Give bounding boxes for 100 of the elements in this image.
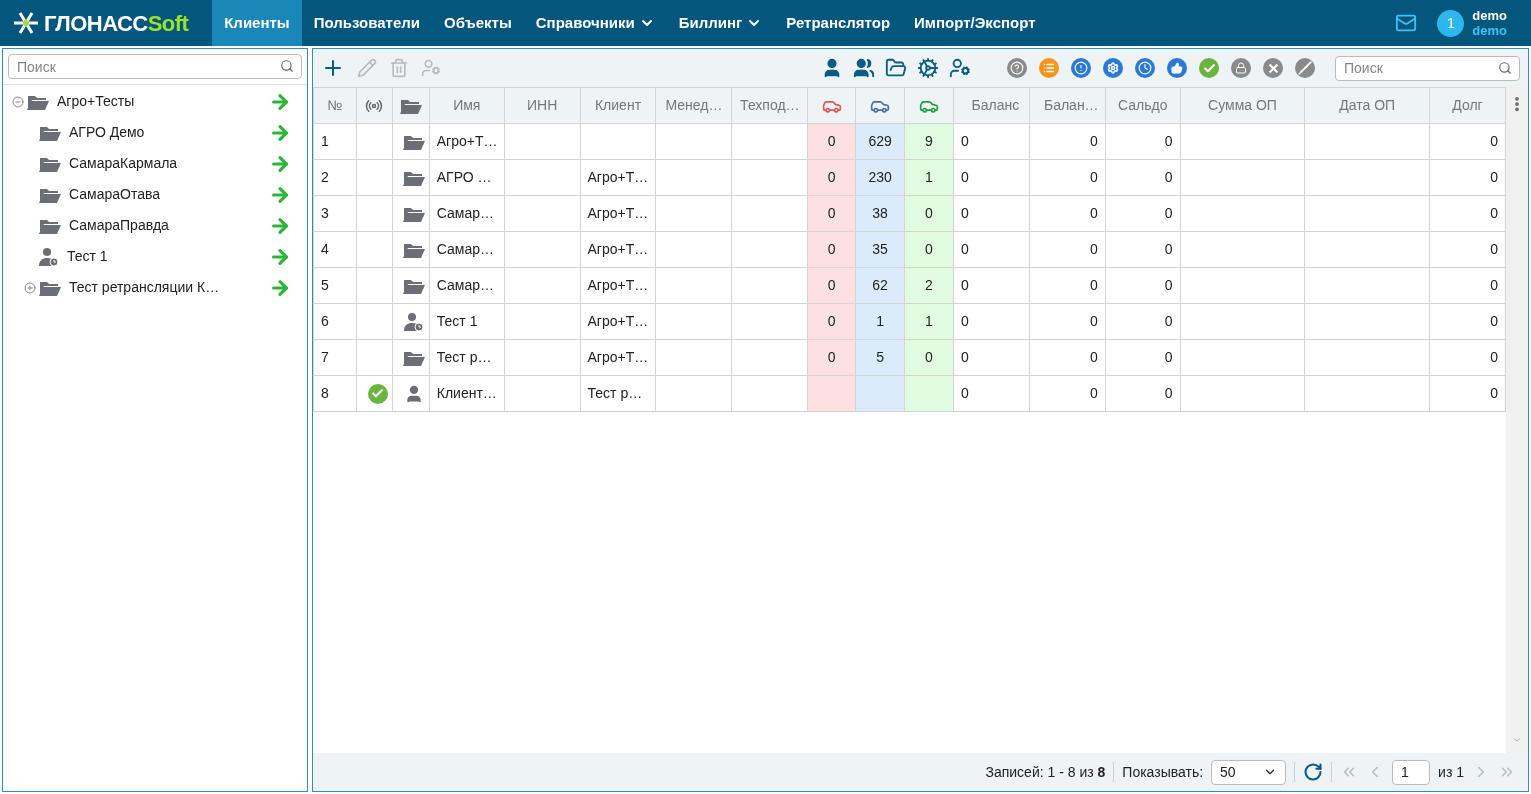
folder-icon [403, 133, 426, 150]
tree-item-label: АГРО Демо [69, 123, 145, 142]
table-cell: АГРО … [429, 159, 505, 196]
table-cell: 0 [1029, 375, 1106, 412]
column-header[interactable]: Долг [1429, 87, 1506, 124]
check-icon[interactable] [1199, 58, 1219, 78]
block-icon[interactable] [1295, 58, 1315, 78]
collapse-icon[interactable] [12, 95, 24, 108]
table-cell: 0 [1029, 159, 1106, 196]
tree-item-label: Агро+Тесты [57, 92, 135, 111]
tree-item-label: Тест ретрансляции К… [69, 278, 220, 297]
table-cell: 0 [1429, 303, 1506, 340]
search-field[interactable]: Поиск [1335, 55, 1520, 81]
table-cell: Клиент… [429, 375, 505, 412]
search-icon[interactable] [1498, 60, 1512, 75]
table-row[interactable]: 7 Тест р… Агро+Т… 0 5 0 0 0 0 0 [313, 339, 1506, 376]
column-header[interactable]: Имя [429, 87, 505, 124]
column-header[interactable] [904, 87, 954, 124]
column-header[interactable]: Клиент [580, 87, 656, 124]
table-cell: 0 [1105, 159, 1181, 196]
scroll-down-icon[interactable] [1512, 735, 1522, 745]
nav-tab[interactable]: Справочники [523, 0, 667, 46]
table-cell: Тест р… [429, 339, 505, 376]
list-icon[interactable] [1039, 58, 1059, 78]
table-cell: 0 [807, 123, 856, 160]
thumbs-up-icon[interactable] [1167, 58, 1187, 78]
user-settings-icon[interactable] [421, 58, 441, 78]
nav-tab[interactable]: Объекты [432, 0, 524, 46]
table-cell: 4 [313, 231, 357, 268]
table-row[interactable]: 5 Самар… Агро+Т… 0 62 2 0 0 0 0 [313, 267, 1506, 304]
tree-item[interactable]: Тест 1 [21, 241, 307, 272]
column-header[interactable]: Балан… [1029, 87, 1106, 124]
alert-icon[interactable] [1071, 58, 1091, 78]
column-header[interactable] [855, 87, 905, 124]
users-icon[interactable] [853, 57, 875, 79]
table-cell: 0 [953, 339, 1030, 376]
table-cell [356, 267, 393, 304]
refresh-icon[interactable] [1303, 762, 1324, 782]
folder-icon [27, 93, 49, 110]
nav-tab[interactable]: Ретранслятор [774, 0, 903, 46]
column-header[interactable]: Менед… [656, 87, 732, 124]
table-cell: 1 [904, 303, 954, 340]
table-cell: 0 [1029, 231, 1106, 268]
nav-tab[interactable]: Клиенты [212, 0, 302, 46]
tree-item[interactable]: СамараОтава [21, 179, 307, 210]
logo[interactable]: ГЛОНАССSoft [12, 0, 189, 46]
table-cell: Тест р… [580, 375, 656, 412]
column-header[interactable]: Сальдо [1105, 87, 1181, 124]
lock-icon[interactable] [1231, 58, 1251, 78]
table-cell: 0 [1105, 231, 1181, 268]
tree-item[interactable]: Агро+Тесты [9, 86, 307, 117]
table-row[interactable]: 4 Самар… Агро+Т… 0 35 0 0 0 0 0 [313, 231, 1506, 268]
column-header[interactable] [392, 87, 430, 124]
column-header[interactable]: Сумма ОП [1180, 87, 1305, 124]
nav-tab[interactable]: Пользователи [301, 0, 433, 46]
edit-icon[interactable] [357, 58, 377, 78]
table-cell: 5 [855, 339, 905, 376]
gears-icon[interactable] [917, 57, 939, 79]
search-field[interactable]: Поиск [8, 54, 302, 79]
clock-icon[interactable] [1135, 58, 1155, 78]
column-header[interactable]: № [313, 87, 357, 124]
page-size-select[interactable]: 50 [1211, 759, 1287, 785]
settings-icon[interactable] [1103, 58, 1123, 78]
column-header[interactable]: Дата ОП [1304, 87, 1430, 124]
table-cell: 38 [855, 195, 905, 232]
table-cell: Агро+Т… [580, 267, 656, 304]
tree-item[interactable]: Тест ретрансляции К… [21, 272, 307, 303]
table-row[interactable]: 1 Агро+Т… 0 629 9 0 0 0 0 [313, 123, 1506, 160]
table-row[interactable]: 2 АГРО … Агро+Т… 0 230 1 0 0 0 0 [313, 159, 1506, 196]
tree-item[interactable]: СамараКармала [21, 148, 307, 179]
close-icon[interactable] [1263, 58, 1283, 78]
delete-icon[interactable] [389, 58, 409, 78]
table-cell: Агро+Т… [429, 123, 505, 160]
table-row[interactable]: 8 Клиент… Тест р… 0 0 0 0 [313, 375, 1506, 412]
column-header[interactable] [807, 87, 856, 124]
tree-item[interactable]: АГРО Демо [21, 117, 307, 148]
table-cell: Агро+Т… [580, 231, 656, 268]
table-row[interactable]: 6 Тест 1 Агро+Т… 0 1 1 0 0 0 0 [313, 303, 1506, 340]
search-icon[interactable] [280, 59, 294, 73]
folder-icon [403, 349, 426, 366]
nav-tab[interactable]: Импорт/Экспорт [902, 0, 1048, 46]
tree-item[interactable]: СамараПравда [21, 210, 307, 241]
column-header[interactable]: Баланс [953, 87, 1030, 124]
column-header[interactable]: ИНН [504, 87, 581, 124]
help-icon[interactable] [1007, 58, 1027, 78]
mail-icon[interactable] [1395, 12, 1418, 34]
expand-icon[interactable] [24, 281, 36, 294]
table-row[interactable]: 3 Самар… Агро+Т… 0 38 0 0 0 0 0 [313, 195, 1506, 232]
tree-item-label: СамараОтава [69, 185, 161, 204]
column-header[interactable] [356, 87, 393, 124]
user-name[interactable]: demo [1472, 8, 1507, 23]
table-cell: 0 [953, 159, 1030, 196]
table-cell: Самар… [429, 195, 505, 232]
nav-tab[interactable]: Биллинг [666, 0, 775, 46]
table-cell: 0 [1105, 123, 1181, 160]
column-header[interactable]: Техпод… [731, 87, 808, 124]
page-input[interactable]: 1 [1392, 759, 1431, 785]
logo-text: ГЛОНАССSoft [44, 9, 189, 38]
table-cell: 3 [313, 195, 357, 232]
folder-icon[interactable] [885, 57, 907, 79]
